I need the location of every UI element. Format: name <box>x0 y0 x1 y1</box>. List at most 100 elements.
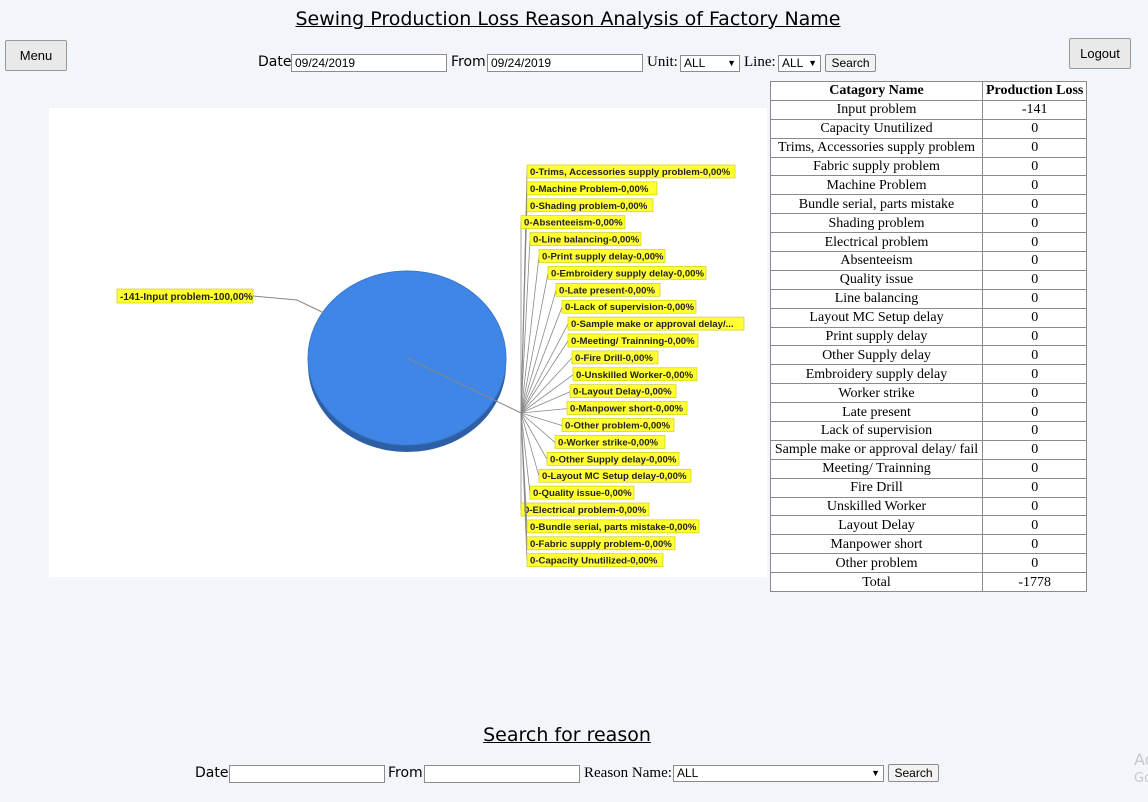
category-name-cell: Print supply delay <box>770 326 983 347</box>
category-name-cell: Shading problem <box>770 213 983 234</box>
table-row: Trims, Accessories supply problem 0 <box>770 137 1088 158</box>
pie-chart-svg: -141-Input problem-100,00% 0-Trims, Acces… <box>116 164 745 568</box>
category-name-cell: Lack of supervision <box>770 421 983 441</box>
page-title: Sewing Production Loss Reason Analysis o… <box>295 8 841 30</box>
reason-name-select[interactable]: ALL ▼ <box>673 765 884 782</box>
table-header-row: Catagory Name Production Loss <box>770 81 1088 101</box>
zero-slice-label: 0-Fire Drill-0,00% <box>575 353 653 364</box>
pie-chart: -141-Input problem-100,00% 0-Trims, Acces… <box>49 108 767 577</box>
production-loss-cell: 0 <box>981 458 1088 479</box>
reason-search-button[interactable]: Search <box>888 764 939 782</box>
category-name-cell: Fabric supply problem <box>770 156 983 177</box>
production-loss-cell: 0 <box>981 383 1088 404</box>
date-input[interactable]: 09/24/2019 <box>291 54 447 72</box>
reason-from-label: From <box>388 765 423 781</box>
production-loss-cell: 0 <box>981 156 1088 177</box>
category-name-cell: Worker strike <box>770 383 983 404</box>
production-loss-cell: 0 <box>981 269 1088 290</box>
category-name-cell: Capacity Unutilized <box>770 118 983 139</box>
unit-label: Unit: <box>647 54 678 70</box>
zero-slice-label: 0-Layout Delay-0,00% <box>573 387 672 398</box>
table-row: Input problem -141 <box>770 99 1088 120</box>
menu-button[interactable]: Menu <box>5 40 67 71</box>
table-row: Worker strike 0 <box>770 383 1088 404</box>
chevron-down-icon: ▼ <box>808 58 817 68</box>
chevron-down-icon: ▼ <box>727 58 736 68</box>
table-row: Fire Drill 0 <box>770 477 1088 498</box>
production-loss-cell: 0 <box>981 515 1088 536</box>
category-name-cell: Trims, Accessories supply problem <box>770 137 983 158</box>
zero-slice-label: 0-Line balancing-0,00% <box>533 235 640 246</box>
zero-slice-label: 0-Other problem-0,00% <box>565 421 670 432</box>
zero-slice-label: 0-Meeting/ Trainning-0,00% <box>571 336 695 347</box>
production-loss-cell: 0 <box>981 402 1088 423</box>
table-row: Electrical problem 0 <box>770 232 1088 253</box>
table-row: Late present 0 <box>770 402 1088 423</box>
table-row: Fabric supply problem 0 <box>770 156 1088 177</box>
table-row: Absenteeism 0 <box>770 251 1088 271</box>
zero-slice-label: 0-Embroidery supply delay-0,00% <box>551 268 704 279</box>
production-loss-cell: 0 <box>981 213 1088 234</box>
category-name-cell: Other Supply delay <box>770 345 983 366</box>
category-name-cell: Layout MC Setup delay <box>770 307 983 328</box>
zero-slice-label: 0-Machine Problem-0,00% <box>530 184 649 195</box>
activate-windows-watermark-sub: Go <box>1134 771 1148 786</box>
column-header-category: Catagory Name <box>770 81 983 101</box>
unit-select[interactable]: ALL ▼ <box>680 55 740 72</box>
zero-slice-label: 0-Unskilled Worker-0,00% <box>576 370 694 381</box>
production-loss-cell: 0 <box>981 251 1088 271</box>
production-loss-cell: 0 <box>981 137 1088 158</box>
table-total-row: Total -1778 <box>770 572 1088 593</box>
line-select[interactable]: ALL ▼ <box>778 55 821 72</box>
table-row: Print supply delay 0 <box>770 326 1088 347</box>
production-loss-cell: 0 <box>981 534 1088 555</box>
zero-slice-label: 0-Fabric supply problem-0,00% <box>530 539 672 550</box>
table-row: Layout Delay 0 <box>770 515 1088 536</box>
category-name-cell: Manpower short <box>770 534 983 555</box>
zero-slice-label: 0-Shading problem-0,00% <box>530 201 648 212</box>
category-name-cell: Late present <box>770 402 983 423</box>
zero-slice-label: 0-Sample make or approval delay/... <box>571 319 734 330</box>
logout-button[interactable]: Logout <box>1069 38 1131 69</box>
category-name-cell: Unskilled Worker <box>770 496 983 517</box>
category-name-cell: Other problem <box>770 553 983 574</box>
table-row: Quality issue 0 <box>770 269 1088 290</box>
table-row: Machine Problem 0 <box>770 175 1088 196</box>
zero-slice-label: 0-Layout MC Setup delay-0,00% <box>542 471 687 482</box>
production-loss-cell: 0 <box>981 553 1088 574</box>
production-loss-cell: 0 <box>981 194 1088 215</box>
table-row: Line balancing 0 <box>770 288 1088 309</box>
search-for-reason-title: Search for reason <box>483 724 651 746</box>
from-date-input[interactable]: 09/24/2019 <box>487 54 643 72</box>
table-row: Manpower short 0 <box>770 534 1088 555</box>
zero-slice-label: 0-Other Supply delay-0,00% <box>550 454 677 465</box>
category-name-cell: Quality issue <box>770 269 983 290</box>
from-label: From <box>451 54 486 70</box>
reason-name-label: Reason Name: <box>584 765 672 781</box>
category-name-cell: Machine Problem <box>770 175 983 196</box>
activate-windows-watermark: Ac <box>1134 750 1148 769</box>
production-loss-cell: 0 <box>981 364 1088 385</box>
production-loss-cell: 0 <box>981 326 1088 347</box>
zero-label-connector <box>520 412 556 443</box>
pie-slice-label: -141-Input problem-100,00% <box>120 292 253 303</box>
search-button[interactable]: Search <box>825 54 876 72</box>
table-row: Layout MC Setup delay 0 <box>770 307 1088 328</box>
category-name-cell: Input problem <box>770 99 983 120</box>
production-loss-cell: 0 <box>981 421 1088 441</box>
zero-label-connector <box>520 408 568 414</box>
production-loss-cell: 0 <box>981 118 1088 139</box>
reason-name-select-value: ALL <box>677 766 699 780</box>
production-loss-table: Catagory Name Production Loss Input prob… <box>770 81 1088 593</box>
reason-from-input[interactable] <box>424 765 580 783</box>
reason-date-input[interactable] <box>229 765 385 783</box>
category-name-cell: Fire Drill <box>770 477 983 498</box>
zero-slice-label: 0-Quality issue-0,00% <box>533 488 632 499</box>
line-select-value: ALL <box>782 56 804 70</box>
category-name-cell: Sample make or approval delay/ fail <box>770 439 983 460</box>
production-loss-cell: 0 <box>981 232 1088 253</box>
category-name-cell: Electrical problem <box>770 232 983 253</box>
table-row: Other problem 0 <box>770 553 1088 574</box>
column-header-production-loss: Production Loss <box>981 81 1088 101</box>
zero-slice-label: 0-Electrical problem-0,00% <box>524 505 647 516</box>
